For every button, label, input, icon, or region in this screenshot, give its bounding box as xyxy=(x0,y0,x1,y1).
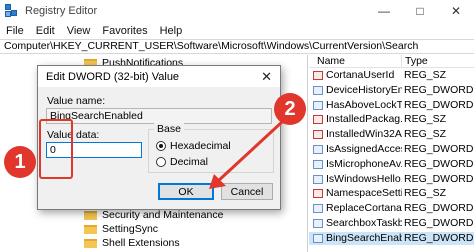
step-2-arrow xyxy=(209,120,284,189)
